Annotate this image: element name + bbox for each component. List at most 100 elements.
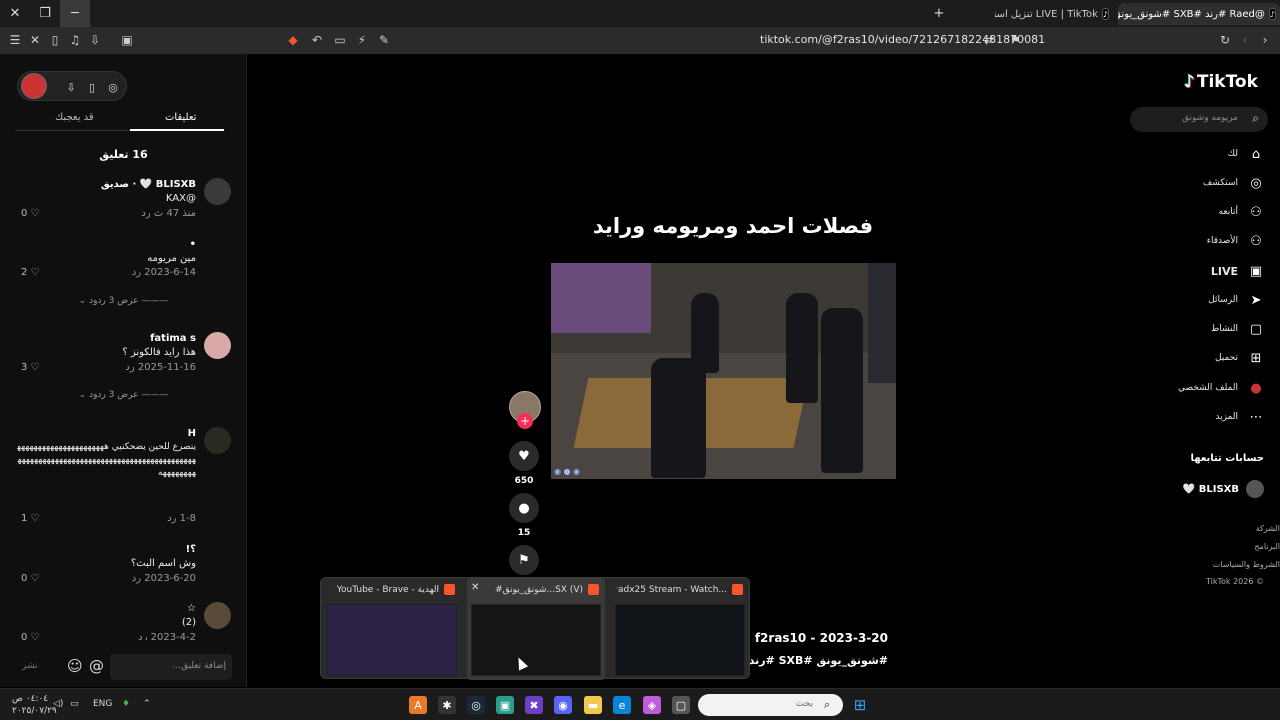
screenshot-icon[interactable]: ▣ xyxy=(118,31,136,49)
footer-terms-link[interactable]: الشروط والسياسات xyxy=(1213,560,1280,569)
system-clock[interactable]: ٠٤:٠٤ ص ٢٠٢٥/٠٧/٢٩ xyxy=(12,693,57,717)
app-icon-gear[interactable]: ✱ xyxy=(438,696,456,714)
like-button[interactable]: 0 ♡ xyxy=(21,573,40,584)
avatar[interactable] xyxy=(204,602,231,629)
nav-profile[interactable]: ● الملف الشخصي xyxy=(1178,379,1265,397)
menu-icon[interactable]: ☰ xyxy=(6,31,24,49)
reload-icon[interactable]: ↻ xyxy=(1216,31,1234,49)
close-window-icon[interactable]: ✕ xyxy=(0,0,30,27)
followed-account[interactable]: BLISXB 🤍 xyxy=(1183,480,1264,498)
restore-window-icon[interactable]: ❐ xyxy=(30,0,60,27)
microphone-icon[interactable]: ♦ xyxy=(122,699,130,709)
view-replies-button[interactable]: ——— عرض 3 ردود ⌄ xyxy=(0,390,247,400)
app-icon-purple[interactable]: ✖ xyxy=(525,696,543,714)
copilot-icon[interactable]: ◈ xyxy=(643,696,661,714)
search-icon[interactable]: ⌕ xyxy=(1252,111,1259,126)
comment-meta[interactable]: 2023-4-2 رد xyxy=(138,632,196,640)
mention-icon[interactable]: @ xyxy=(89,657,104,675)
edit-icon[interactable]: ✎ xyxy=(375,31,393,49)
site-settings-icon[interactable]: ⇄ xyxy=(980,31,998,49)
language-indicator[interactable]: ENG xyxy=(93,699,112,709)
comment-author[interactable]: H xyxy=(188,428,196,439)
preview-window[interactable]: الهدية - YouTube - Brave xyxy=(323,578,461,680)
avatar[interactable] xyxy=(204,427,231,454)
download-icon[interactable]: ⇩ xyxy=(62,78,80,96)
tab-tiktok-studio[interactable]: ♪ LIVE | TikTok تنزيل استوديو xyxy=(995,3,1113,25)
tab-you-may-like[interactable]: قد يعجبك xyxy=(55,112,94,123)
steam-icon[interactable]: ◎ xyxy=(467,696,485,714)
nav-following[interactable]: ⚇ أتابعه xyxy=(1219,203,1265,221)
brave-shield-icon[interactable]: ◆ xyxy=(284,31,302,49)
tab-comments[interactable]: تعليقات xyxy=(165,112,196,123)
like-button[interactable]: 1 ♡ xyxy=(21,513,40,524)
comment-meta[interactable]: 1-8 رد xyxy=(167,513,196,524)
like-video-button[interactable]: ♥ xyxy=(509,441,539,471)
volume-icon[interactable]: ◁) xyxy=(53,699,63,709)
music-icon[interactable]: ♫ xyxy=(66,31,84,49)
nav-live[interactable]: ▣ LIVE xyxy=(1211,262,1265,280)
app-icon-a[interactable]: A xyxy=(409,696,427,714)
bookmark-icon[interactable]: ⚑ xyxy=(1006,31,1024,49)
x-app-icon[interactable]: ✕ xyxy=(26,31,44,49)
edge-icon[interactable]: e xyxy=(613,696,631,714)
like-button[interactable]: 0 ♡ xyxy=(21,632,40,640)
bookmark-video-button[interactable]: ⚑ xyxy=(509,545,539,575)
comment-meta[interactable]: منذ 47 ث رد xyxy=(141,208,196,219)
nav-more[interactable]: ⋯ المزيد xyxy=(1215,408,1265,426)
back-icon[interactable]: ‹ xyxy=(1236,31,1254,49)
comment-author[interactable]: ؟! xyxy=(186,544,196,555)
like-button[interactable]: 2 ♡ xyxy=(21,267,40,278)
nav-explore[interactable]: ◎ استكشف xyxy=(1203,174,1265,192)
search-input[interactable]: مريومه وشونق xyxy=(1130,107,1268,132)
tab-tiktok-video[interactable]: ♪ @Raed #رند #SXB #شونق_يونق ✕ xyxy=(1118,3,1280,25)
preview-window[interactable]: #شونق_يونق...SX (V) ✕ xyxy=(467,578,605,680)
close-preview-icon[interactable]: ✕ xyxy=(471,582,479,593)
taskbar-search[interactable]: بحث xyxy=(698,694,843,716)
forward-icon[interactable]: › xyxy=(1256,31,1274,49)
minimize-window-icon[interactable]: ─ xyxy=(60,0,90,27)
profile-avatar[interactable] xyxy=(21,73,47,99)
compass-icon[interactable]: ◎ xyxy=(104,78,122,96)
comment-video-button[interactable]: ● xyxy=(509,493,539,523)
post-button[interactable]: نشر xyxy=(22,661,38,671)
comment-input[interactable]: إضافة تعليق... xyxy=(110,654,232,680)
download-icon[interactable]: ⇩ xyxy=(86,31,104,49)
comment-meta[interactable]: 2023-6-14 رد xyxy=(132,267,196,278)
footer-program-link[interactable]: البرنامج xyxy=(1254,542,1280,551)
avatar[interactable] xyxy=(204,332,231,359)
view-replies-button[interactable]: ——— عرض 3 ردود ⌄ xyxy=(0,296,247,306)
sidebar-icon[interactable]: ▯ xyxy=(46,31,64,49)
like-button[interactable]: 3 ♡ xyxy=(21,362,40,373)
nav-for-you[interactable]: ⌂ لك xyxy=(1228,145,1265,163)
follow-plus-icon[interactable]: + xyxy=(517,413,533,429)
comment-author[interactable]: fatima s xyxy=(150,333,196,344)
avatar[interactable] xyxy=(204,178,231,205)
comment-meta[interactable]: 2023-6-20 رد xyxy=(132,573,196,584)
file-explorer-icon[interactable]: ▬ xyxy=(584,696,602,714)
footer-company-link[interactable]: الشركة xyxy=(1256,524,1280,533)
emoji-icon[interactable]: ☺ xyxy=(67,657,83,675)
like-button[interactable]: 0 ♡ xyxy=(21,208,40,219)
discord-icon[interactable]: ◉ xyxy=(554,696,572,714)
windows-start-icon[interactable]: ⊞ xyxy=(851,696,869,714)
nav-upload[interactable]: ⊞ تحميل xyxy=(1215,349,1265,367)
search-icon[interactable]: ⌕ xyxy=(824,698,830,712)
nav-friends[interactable]: ⚇ الأصدقاء xyxy=(1207,232,1265,250)
comment-author[interactable]: BLISXB 🤍 · صديق xyxy=(101,179,196,190)
new-tab-icon[interactable]: + xyxy=(924,0,954,27)
comment-meta[interactable]: 2025-11-16 رد xyxy=(125,362,196,373)
video-player[interactable]: ◉ ● ◉ xyxy=(551,263,896,479)
tiktok-logo[interactable]: ♪ TikTok xyxy=(1184,72,1258,92)
phone-icon[interactable]: ▯ xyxy=(83,78,101,96)
address-bar[interactable]: tiktok.com/@f2ras10/video/72126718224818… xyxy=(760,33,1045,46)
comment-author[interactable]: • xyxy=(190,239,196,250)
share-icon[interactable]: ↶ xyxy=(308,31,326,49)
author-date[interactable]: f2ras10 - 2023-3-20 xyxy=(755,631,888,645)
comment-author[interactable]: ☆ xyxy=(187,603,196,614)
show-hidden-icons-icon[interactable]: ⌃ xyxy=(143,699,151,709)
carousel-dots[interactable]: ◉ ● ◉ xyxy=(554,467,580,476)
nav-activity[interactable]: ▢ النشاط xyxy=(1211,320,1265,338)
preview-window[interactable]: zeyadx25 Stream - Watch... xyxy=(611,578,749,680)
nav-messages[interactable]: ➤ الرسائل xyxy=(1208,291,1265,309)
task-view-icon[interactable]: ▢ xyxy=(672,696,690,714)
